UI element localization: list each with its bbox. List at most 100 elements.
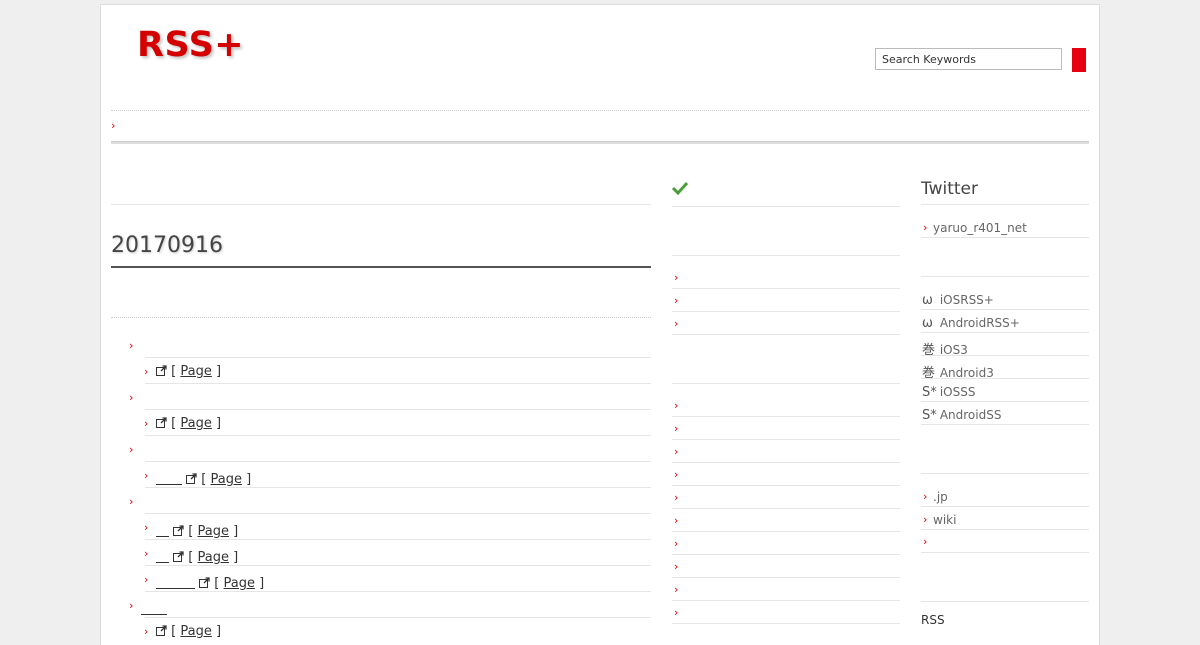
group-chevron-icon: › [129,599,134,612]
page-link[interactable]: Page [198,524,229,539]
middle-divider [672,255,900,256]
item-chevron-icon: › [144,417,149,430]
app-link-ios-rss[interactable]: ω iOSRSS+ [922,293,994,308]
item-title-link[interactable] [156,550,169,565]
sidebar-row-divider [921,506,1089,507]
sidebar-divider [921,601,1089,602]
site-logo[interactable]: RSS+ [137,25,244,65]
row-divider [145,539,651,540]
item-title-link[interactable] [156,472,182,487]
app-label: AndroidRSS+ [939,316,1020,330]
sidebar-row-divider [921,378,1089,379]
sidebar-chevron-icon: › [923,490,928,503]
date-heading: 20170916 [111,233,223,258]
middle-divider [672,206,900,207]
sidebar-row-divider [921,355,1089,356]
sidebar-row-divider [921,332,1089,333]
search-button[interactable] [1072,48,1086,72]
row-divider [145,591,651,592]
middle-chevron-icon: › [674,583,679,596]
external-link-icon[interactable] [199,577,210,588]
middle-divider [672,383,900,384]
external-link-icon[interactable] [156,417,167,428]
group-chevron-icon: › [129,391,134,404]
item-chevron-icon: › [144,365,149,378]
search-input[interactable] [875,48,1062,70]
item-chevron-icon: › [144,625,149,638]
main-divider [111,204,651,205]
page-link[interactable]: Page [180,624,211,639]
list-item: [ Page ] [156,520,238,539]
page-link[interactable]: Page [198,550,229,565]
group-chevron-icon: › [129,339,134,352]
sidebar-divider [921,473,1089,474]
item-chevron-icon: › [144,547,149,560]
middle-row-divider [672,623,900,624]
middle-chevron-icon: › [674,468,679,481]
sidebar-divider [921,204,1089,205]
twitter-widget-title: Twitter [921,179,978,199]
row-divider [145,357,651,358]
sidebar-row-divider [921,309,1089,310]
middle-chevron-icon: › [674,271,679,284]
middle-chevron-icon: › [674,537,679,550]
item-title-link[interactable] [156,524,169,539]
omega-icon: ω [922,316,933,331]
middle-row-divider [672,485,900,486]
ss-icon: S* [922,385,937,400]
middle-row-divider [672,508,900,509]
group-chevron-icon: › [129,443,134,456]
middle-row-divider [672,600,900,601]
item-chevron-icon: › [144,469,149,482]
external-link-icon[interactable] [173,525,184,536]
page-container: RSS+ › 20170916 › › [ Page ] › › [ Page … [100,4,1100,645]
header-divider [111,110,1089,111]
sidebar-divider [921,276,1089,277]
page-link[interactable]: Page [224,576,255,591]
sidebar-row-divider [921,401,1089,402]
sidebar-row-divider [921,529,1089,530]
list-item: [ Page ] [156,364,221,379]
external-link-icon[interactable] [186,473,197,484]
row-divider [145,565,651,566]
middle-chevron-icon: › [674,560,679,573]
list-item: [ Page ] [156,572,264,591]
omega-icon: ω [922,293,933,308]
list-item: [ Page ] [156,624,221,639]
check-icon [672,181,688,195]
middle-chevron-icon: › [674,445,679,458]
middle-chevron-icon: › [674,606,679,619]
page-link[interactable]: Page [180,364,211,379]
external-link-icon[interactable] [173,551,184,562]
rss-label: RSS [921,613,945,627]
list-item: [ Page ] [156,468,251,487]
app-link-ios-ss[interactable]: S* iOSSS [922,385,975,400]
list-item: [ Page ] [156,416,221,431]
middle-chevron-icon: › [674,514,679,527]
external-link-icon[interactable] [156,625,167,636]
twitter-account-link[interactable]: yaruo_r401_net [933,221,1027,235]
app-link-android-rss[interactable]: ω AndroidRSS+ [922,316,1020,331]
app-link-android-ss[interactable]: S* AndroidSS [922,408,1001,423]
list-item: [ Page ] [156,546,238,565]
external-link-icon[interactable] [156,365,167,376]
group-title[interactable] [141,598,167,617]
middle-row-divider [672,531,900,532]
middle-chevron-icon: › [674,317,679,330]
item-title-link[interactable] [156,576,195,591]
row-divider [145,383,651,384]
page-link[interactable]: Page [211,472,242,487]
row-divider [145,435,651,436]
app-label: iOSRSS+ [939,293,994,307]
middle-chevron-icon: › [674,399,679,412]
sidebar-link[interactable]: .jp [933,490,948,504]
middle-row-divider [672,462,900,463]
sidebar-chevron-icon: › [923,513,928,526]
sidebar-link[interactable]: wiki [933,513,956,527]
middle-row-divider [672,554,900,555]
breadcrumb-bar [111,141,1089,144]
page-link[interactable]: Page [180,416,211,431]
item-chevron-icon: › [144,573,149,586]
row-divider [145,409,651,410]
breadcrumb-chevron-icon: › [111,119,116,132]
